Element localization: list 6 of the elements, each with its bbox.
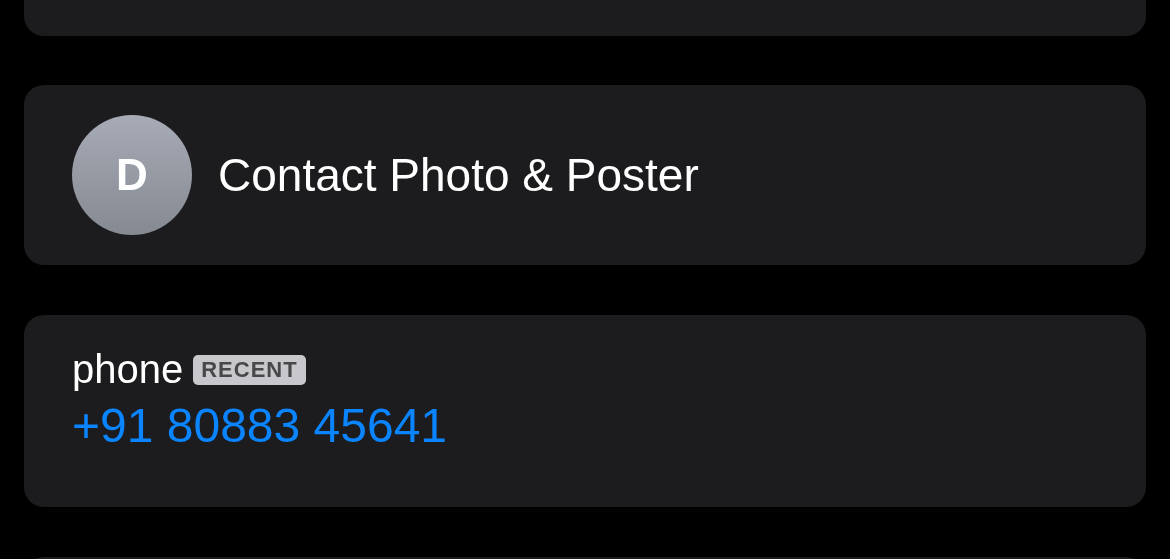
recent-badge: RECENT <box>193 354 306 385</box>
phone-number-link[interactable]: +91 80883 45641 <box>72 398 448 453</box>
avatar: D <box>72 115 192 235</box>
contact-photo-label: Contact Photo & Poster <box>218 148 699 202</box>
contact-card[interactable]: D Contact Photo & Poster <box>24 85 1146 265</box>
phone-label: phone <box>72 347 184 392</box>
